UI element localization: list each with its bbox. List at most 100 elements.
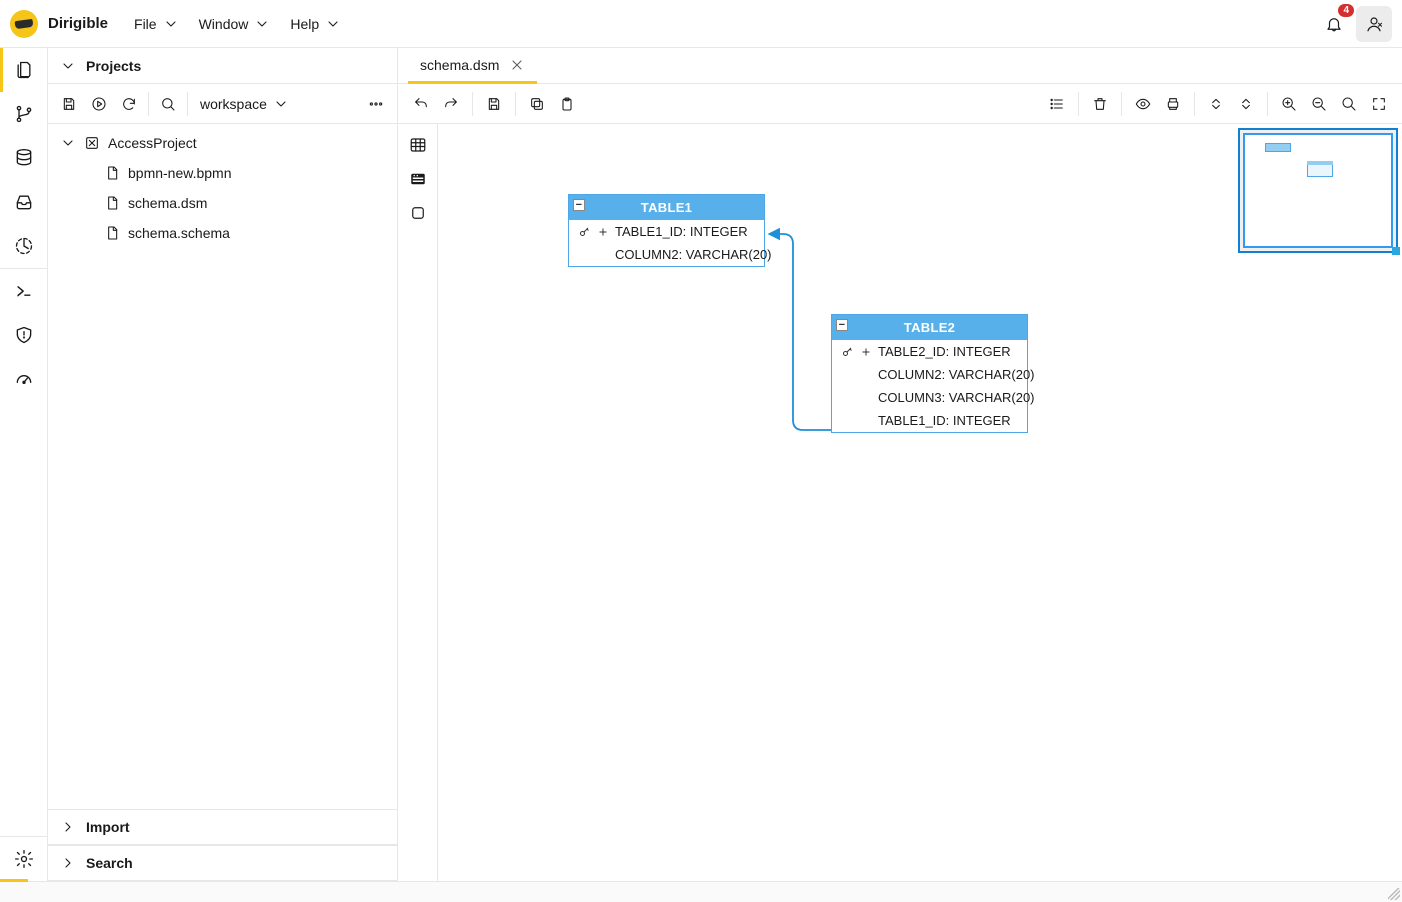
database-icon — [14, 148, 34, 168]
panel-projects-header[interactable]: Projects — [48, 48, 397, 84]
save-all-button[interactable] — [54, 89, 84, 119]
rail-database[interactable] — [0, 136, 47, 180]
plus-icon — [860, 346, 872, 358]
table-node-table1[interactable]: − TABLE1 TABLE1_ID: INTEGER COLUMN2: VAR… — [568, 194, 765, 267]
sidebar: Projects workspace — [48, 48, 398, 881]
rail-security[interactable] — [0, 313, 47, 357]
properties-button[interactable] — [1042, 89, 1072, 119]
expand-all-button[interactable] — [1231, 89, 1261, 119]
tree-file-label: bpmn-new.bpmn — [128, 165, 232, 181]
rail-settings[interactable] — [0, 837, 47, 881]
column-label: COLUMN2: VARCHAR(20) — [615, 247, 772, 262]
column-label: TABLE1_ID: INTEGER — [878, 413, 1011, 428]
paste-button[interactable] — [552, 89, 582, 119]
palette-view[interactable] — [405, 166, 431, 192]
tree-file[interactable]: schema.dsm — [48, 188, 397, 218]
eye-icon — [1135, 96, 1151, 112]
workspace-select[interactable]: workspace — [192, 92, 297, 116]
copy-button[interactable] — [522, 89, 552, 119]
publish-button[interactable] — [84, 89, 114, 119]
table-column[interactable]: TABLE2_ID: INTEGER — [832, 340, 1027, 363]
menu-file-label: File — [134, 16, 157, 32]
tree-file[interactable]: schema.schema — [48, 218, 397, 248]
print-button[interactable] — [1158, 89, 1188, 119]
table-column[interactable]: TABLE1_ID: INTEGER — [832, 409, 1027, 432]
play-circle-icon — [91, 96, 107, 112]
inbox-icon — [14, 192, 34, 212]
canvas-wrap: − TABLE1 TABLE1_ID: INTEGER COLUMN2: VAR… — [398, 124, 1402, 881]
editor-area: schema.dsm — [398, 48, 1402, 881]
main-area: Projects workspace — [0, 48, 1402, 882]
table-title[interactable]: − TABLE2 — [832, 315, 1027, 340]
rail-debug[interactable] — [0, 224, 47, 268]
menu-window[interactable]: Window — [191, 10, 279, 38]
rail-projects[interactable] — [0, 48, 47, 92]
search-icon — [160, 96, 176, 112]
panel-search-label: Search — [86, 855, 133, 871]
save-button[interactable] — [479, 89, 509, 119]
redo-button[interactable] — [436, 89, 466, 119]
tree-file[interactable]: bpmn-new.bpmn — [48, 158, 397, 188]
palette-shape[interactable] — [405, 200, 431, 226]
chevron-down-icon — [60, 135, 76, 151]
palette-table[interactable] — [405, 132, 431, 158]
fit-icon — [1371, 96, 1387, 112]
table-column[interactable]: COLUMN3: VARCHAR(20) — [832, 386, 1027, 409]
redo-icon — [443, 96, 459, 112]
project-icon — [84, 135, 100, 151]
table-node-table2[interactable]: − TABLE2 TABLE2_ID: INTEGER COLUMN2: VAR… — [831, 314, 1028, 433]
rail-terminal[interactable] — [0, 269, 47, 313]
close-icon[interactable] — [509, 57, 525, 73]
copy-icon — [529, 96, 545, 112]
table-column[interactable]: COLUMN2: VARCHAR(20) — [832, 363, 1027, 386]
delete-button[interactable] — [1085, 89, 1115, 119]
column-label: TABLE2_ID: INTEGER — [878, 344, 1011, 359]
undo-icon — [413, 96, 429, 112]
nav-rail — [0, 48, 48, 881]
tab-schema-dsm[interactable]: schema.dsm — [406, 47, 539, 83]
collapse-toggle[interactable]: − — [573, 199, 585, 211]
rail-dashboard[interactable] — [0, 357, 47, 401]
tree-file-label: schema.dsm — [128, 195, 207, 211]
zoom-actual-button[interactable] — [1334, 89, 1364, 119]
minimap-viewport[interactable] — [1243, 133, 1393, 248]
file-icon — [104, 165, 120, 181]
table-title[interactable]: − TABLE1 — [569, 195, 764, 220]
table-column[interactable]: TABLE1_ID: INTEGER — [569, 220, 764, 243]
menu-help[interactable]: Help — [282, 10, 349, 38]
canvas[interactable]: − TABLE1 TABLE1_ID: INTEGER COLUMN2: VAR… — [438, 124, 1402, 881]
user-menu-button[interactable] — [1356, 6, 1392, 42]
column-label: COLUMN3: VARCHAR(20) — [878, 390, 1035, 405]
panel-search-header[interactable]: Search — [48, 845, 397, 881]
search-project-button[interactable] — [153, 89, 183, 119]
trash-icon — [1092, 96, 1108, 112]
menu-file[interactable]: File — [126, 10, 187, 38]
workspace-label: workspace — [200, 96, 267, 112]
tree-file-label: schema.schema — [128, 225, 230, 241]
undo-button[interactable] — [406, 89, 436, 119]
zoom-out-button[interactable] — [1304, 89, 1334, 119]
rail-inbox[interactable] — [0, 180, 47, 224]
chevron-right-icon — [60, 819, 76, 835]
rail-git[interactable] — [0, 92, 47, 136]
save-icon — [61, 96, 77, 112]
more-actions-button[interactable] — [361, 89, 391, 119]
table-column[interactable]: COLUMN2: VARCHAR(20) — [569, 243, 764, 266]
file-icon — [104, 225, 120, 241]
collapse-all-button[interactable] — [1201, 89, 1231, 119]
preview-button[interactable] — [1128, 89, 1158, 119]
zoom-out-icon — [1311, 96, 1327, 112]
notifications-button[interactable]: 4 — [1316, 6, 1352, 42]
table-name: TABLE2 — [904, 320, 955, 335]
panel-import-header[interactable]: Import — [48, 809, 397, 845]
zoom-in-button[interactable] — [1274, 89, 1304, 119]
refresh-button[interactable] — [114, 89, 144, 119]
collapse-toggle[interactable]: − — [836, 319, 848, 331]
minimap-node — [1307, 161, 1333, 177]
zoom-fit-button[interactable] — [1364, 89, 1394, 119]
panel-projects-label: Projects — [86, 58, 141, 74]
minimap[interactable] — [1238, 128, 1398, 253]
tree-project[interactable]: AccessProject — [48, 128, 397, 158]
app-name: Dirigible — [48, 15, 108, 32]
refresh-icon — [121, 96, 137, 112]
